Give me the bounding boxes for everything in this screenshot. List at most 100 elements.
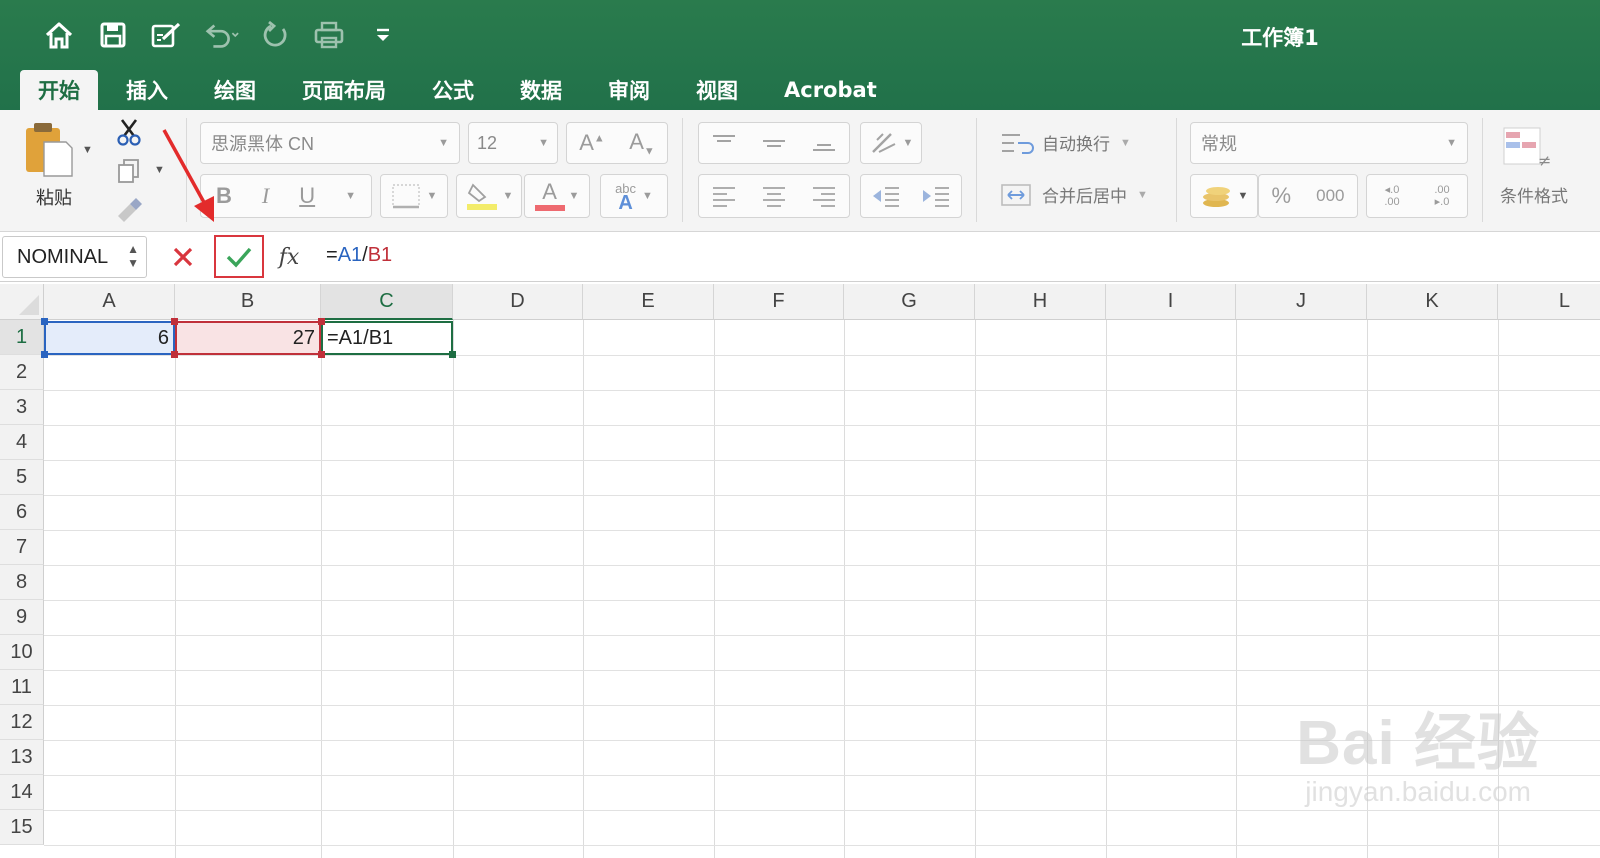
row-header-5[interactable]: 5 — [0, 460, 44, 495]
increase-indent-icon[interactable] — [921, 185, 951, 207]
tab-page-layout[interactable]: 页面布局 — [284, 70, 404, 110]
ref-handle[interactable] — [171, 351, 178, 358]
column-header-c[interactable]: C — [321, 284, 453, 320]
font-name-select[interactable]: 思源黑体 CN ▼ — [200, 122, 460, 164]
paste-dropdown-icon[interactable]: ▼ — [82, 144, 93, 156]
undo-icon[interactable] — [202, 16, 240, 54]
increase-decimal-icon[interactable]: ◂.0.00 — [1384, 184, 1399, 208]
row-header-2[interactable]: 2 — [0, 355, 44, 390]
formula-bar: NOMINAL ▲ ▼ fx =A1/B1 — [0, 232, 1600, 282]
row-header-10[interactable]: 10 — [0, 635, 44, 670]
fill-color-button[interactable]: ▼ — [456, 174, 522, 218]
font-shrink-icon[interactable]: A▼ — [629, 129, 655, 157]
phonetic-button[interactable]: abc A ▼ — [600, 174, 668, 218]
tab-data[interactable]: 数据 — [502, 70, 580, 110]
row-header-13[interactable]: 13 — [0, 740, 44, 775]
tab-home[interactable]: 开始 — [20, 70, 98, 110]
thousands-button[interactable]: 000 — [1316, 186, 1344, 206]
tab-formulas[interactable]: 公式 — [414, 70, 492, 110]
chevron-down-icon: ▼ — [502, 190, 514, 202]
cut-icon[interactable] — [116, 118, 142, 151]
row-header-14[interactable]: 14 — [0, 775, 44, 810]
row-header-11[interactable]: 11 — [0, 670, 44, 705]
ref-handle[interactable] — [318, 351, 325, 358]
align-top-icon[interactable] — [711, 133, 737, 153]
save-icon[interactable] — [94, 16, 132, 54]
conditional-format-label: 条件格式 — [1500, 187, 1568, 207]
row-header-9[interactable]: 9 — [0, 600, 44, 635]
tab-insert[interactable]: 插入 — [108, 70, 186, 110]
column-header-j[interactable]: J — [1236, 284, 1367, 320]
redo-icon[interactable] — [256, 16, 294, 54]
cell-c1-editing[interactable]: =A1/B1 — [321, 321, 453, 355]
column-header-g[interactable]: G — [844, 284, 975, 320]
confirm-entry-button[interactable] — [214, 235, 264, 278]
ref-handle[interactable] — [318, 318, 325, 325]
print-icon[interactable] — [310, 16, 348, 54]
tab-acrobat[interactable]: Acrobat — [766, 70, 895, 110]
select-all-button[interactable] — [0, 284, 44, 320]
align-middle-icon[interactable] — [761, 133, 787, 153]
home-icon[interactable] — [40, 16, 78, 54]
name-box[interactable]: NOMINAL ▲ ▼ — [2, 236, 147, 278]
cell-a1[interactable]: 6 — [44, 321, 175, 355]
conditional-format-button[interactable]: ≠ 条件格式 — [1500, 124, 1600, 214]
column-header-b[interactable]: B — [175, 284, 321, 320]
wrap-text-button[interactable]: 自动换行 ▼ — [1000, 130, 1131, 155]
wrap-text-icon — [1002, 133, 1034, 154]
row-header-6[interactable]: 6 — [0, 495, 44, 530]
column-header-a[interactable]: A — [44, 284, 175, 320]
align-bottom-icon[interactable] — [811, 133, 837, 153]
underline-dropdown-icon[interactable]: ▼ — [345, 190, 356, 202]
column-header-k[interactable]: K — [1367, 284, 1498, 320]
font-size-select[interactable]: 12 ▼ — [468, 122, 558, 164]
accounting-format-button[interactable]: ▼ — [1190, 174, 1258, 218]
merge-center-button[interactable]: 合并后居中 ▼ — [1000, 182, 1148, 207]
row-header-3[interactable]: 3 — [0, 390, 44, 425]
column-header-h[interactable]: H — [975, 284, 1106, 320]
insert-function-button[interactable]: fx — [274, 240, 304, 274]
format-painter-icon[interactable] — [114, 196, 144, 227]
borders-button[interactable]: ▼ — [380, 174, 448, 218]
align-right-icon[interactable] — [811, 185, 837, 207]
number-format-select[interactable]: 常规 ▼ — [1190, 122, 1468, 164]
tab-view[interactable]: 视图 — [678, 70, 756, 110]
column-header-d[interactable]: D — [453, 284, 583, 320]
row-header-7[interactable]: 7 — [0, 530, 44, 565]
ref-handle[interactable] — [41, 351, 48, 358]
font-grow-icon[interactable]: A▲ — [579, 130, 605, 156]
decrease-decimal-icon[interactable]: .00 ▸.0 — [1434, 184, 1449, 208]
fill-handle[interactable] — [449, 351, 456, 358]
customize-icon[interactable] — [364, 16, 402, 54]
row-header-1[interactable]: 1 — [0, 320, 44, 355]
decrease-indent-icon[interactable] — [871, 185, 901, 207]
italic-button[interactable]: I — [262, 183, 269, 209]
column-header-i[interactable]: I — [1106, 284, 1236, 320]
ref-handle[interactable] — [41, 318, 48, 325]
formula-input[interactable]: =A1/B1 — [326, 244, 392, 267]
row-header-8[interactable]: 8 — [0, 565, 44, 600]
copy-icon[interactable] — [116, 158, 142, 189]
row-header-12[interactable]: 12 — [0, 705, 44, 740]
font-color-button[interactable]: A ▼ — [524, 174, 590, 218]
cancel-entry-button[interactable] — [168, 240, 198, 274]
paste-button[interactable] — [24, 120, 74, 178]
column-header-e[interactable]: E — [583, 284, 714, 320]
row-header-4[interactable]: 4 — [0, 425, 44, 460]
tab-review[interactable]: 审阅 — [590, 70, 668, 110]
row-header-15[interactable]: 15 — [0, 810, 44, 845]
edit-icon[interactable] — [148, 16, 186, 54]
align-center-icon[interactable] — [761, 185, 787, 207]
ref-handle[interactable] — [171, 318, 178, 325]
orientation-button[interactable]: ▼ — [860, 122, 922, 164]
column-header-f[interactable]: F — [714, 284, 844, 320]
underline-button[interactable]: U — [299, 183, 315, 209]
name-box-stepper-icon[interactable]: ▲ ▼ — [127, 242, 139, 270]
wrap-text-label: 自动换行 — [1042, 135, 1110, 155]
column-header-l[interactable]: L — [1498, 284, 1600, 320]
percent-button[interactable]: % — [1272, 183, 1292, 209]
spreadsheet-grid[interactable]: A B C D E F G H I J K L 1 2 3 4 5 6 7 8 … — [0, 284, 1600, 858]
tab-draw[interactable]: 绘图 — [196, 70, 274, 110]
cell-b1[interactable]: 27 — [175, 321, 321, 355]
align-left-icon[interactable] — [711, 185, 737, 207]
